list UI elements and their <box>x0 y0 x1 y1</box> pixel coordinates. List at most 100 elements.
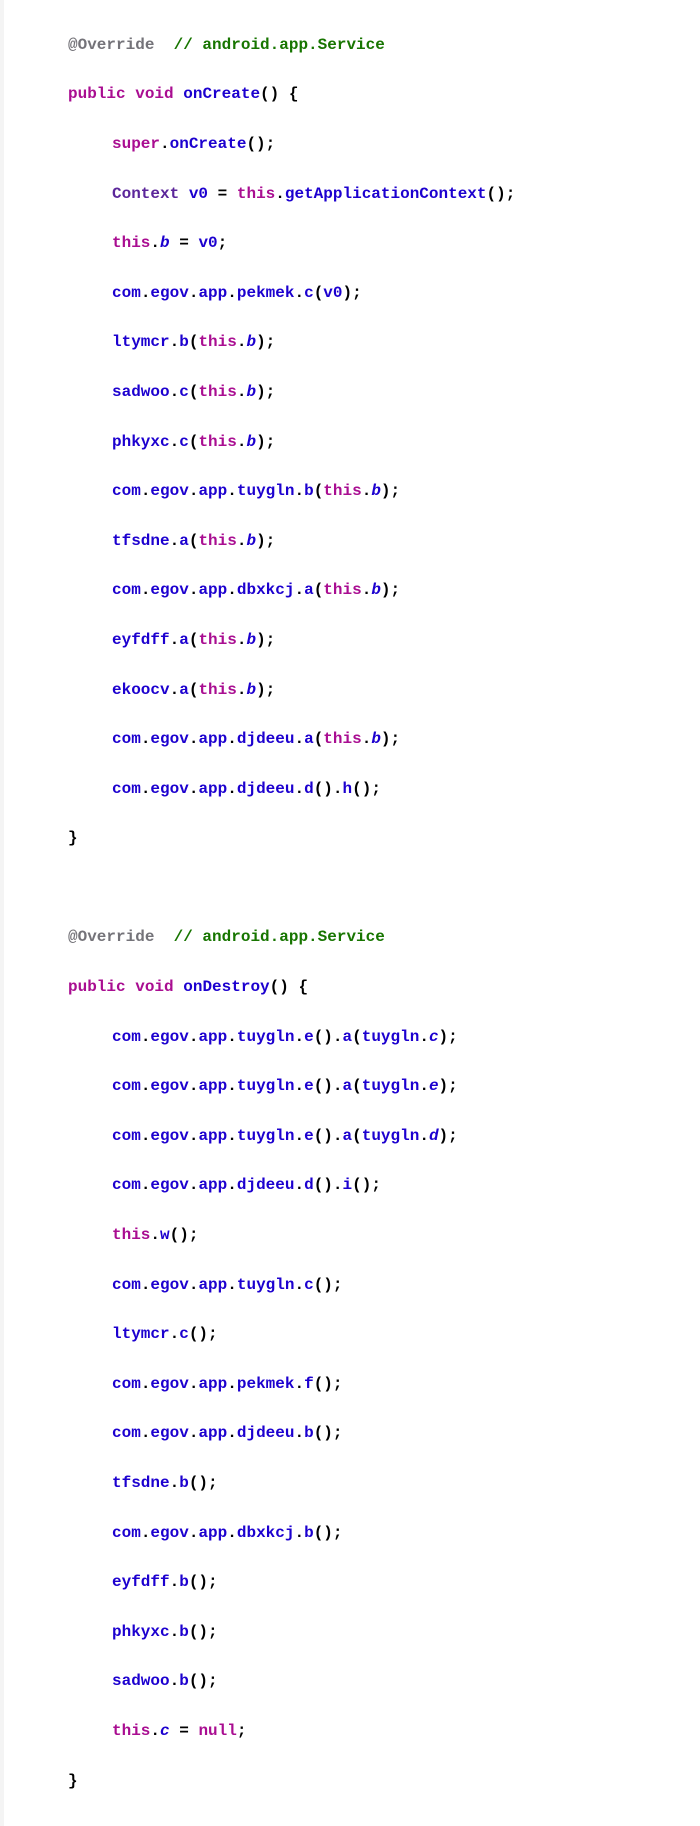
method-call: a <box>304 730 314 748</box>
code-line: sadwoo.b(); <box>12 1669 700 1694</box>
method-call: e <box>304 1028 314 1046</box>
class-ref: sadwoo <box>112 383 170 401</box>
class-ref: tuygln <box>362 1028 420 1046</box>
blank-line <box>12 876 700 901</box>
comment: // android.app.Service <box>174 928 385 946</box>
pkg: egov <box>150 1524 188 1542</box>
code-line: com.egov.app.tuygln.b(this.b); <box>12 479 700 504</box>
method-call: a <box>343 1127 353 1145</box>
class-ref: tuygln <box>237 1077 295 1095</box>
keyword-this: this <box>323 730 361 748</box>
method-call: c <box>179 433 189 451</box>
code-line: public void onCreate() { <box>12 82 700 107</box>
pkg: egov <box>150 284 188 302</box>
field: c <box>429 1028 439 1046</box>
code-line: com.egov.app.pekmek.f(); <box>12 1372 700 1397</box>
code-line: com.egov.app.dbxkcj.b(); <box>12 1521 700 1546</box>
code-line: @Override // android.app.Service <box>12 33 700 58</box>
method-call: b <box>304 1424 314 1442</box>
keyword-public: public <box>68 978 126 996</box>
class-ref: pekmek <box>237 1375 295 1393</box>
pkg: app <box>198 482 227 500</box>
code-line: com.egov.app.tuygln.e().a(tuygln.c); <box>12 1025 700 1050</box>
class-ref: djdeeu <box>237 730 295 748</box>
variable: v0 <box>189 185 208 203</box>
code-line: this.b = v0; <box>12 231 700 256</box>
keyword-void: void <box>135 85 173 103</box>
method-call: d <box>304 780 314 798</box>
method-call: a <box>343 1077 353 1095</box>
code-line: com.egov.app.djdeeu.b(); <box>12 1421 700 1446</box>
class-ref: pekmek <box>237 284 295 302</box>
pkg: egov <box>150 1077 188 1095</box>
keyword-super: super <box>112 135 160 153</box>
field: b <box>246 532 256 550</box>
pkg: app <box>198 730 227 748</box>
method-call: h <box>343 780 353 798</box>
method-call: a <box>179 681 189 699</box>
method-call: b <box>179 1623 189 1641</box>
code-line: } <box>12 826 700 851</box>
comment: // android.app.Service <box>174 36 385 54</box>
method-call: e <box>304 1077 314 1095</box>
pkg: com <box>112 1077 141 1095</box>
class-ref: djdeeu <box>237 1176 295 1194</box>
method-call: onCreate <box>170 135 247 153</box>
keyword-this: this <box>323 482 361 500</box>
pkg: com <box>112 780 141 798</box>
code-line: tfsdne.a(this.b); <box>12 529 700 554</box>
code-line: com.egov.app.tuygln.c(); <box>12 1273 700 1298</box>
class-ref: ltymcr <box>112 333 170 351</box>
pkg: egov <box>150 1375 188 1393</box>
method-call: b <box>179 333 189 351</box>
class-ref: tuygln <box>237 1127 295 1145</box>
keyword-this: this <box>323 581 361 599</box>
pkg: app <box>198 780 227 798</box>
code-line: this.c = null; <box>12 1719 700 1744</box>
pkg: egov <box>150 1028 188 1046</box>
pkg: egov <box>150 1424 188 1442</box>
field: c <box>160 1722 170 1740</box>
code-line: public void onDestroy() { <box>12 975 700 1000</box>
class-ref: phkyxc <box>112 433 170 451</box>
field: b <box>371 581 381 599</box>
keyword-this: this <box>198 383 236 401</box>
keyword-this: this <box>198 433 236 451</box>
class-ref: ekoocv <box>112 681 170 699</box>
code-line: com.egov.app.djdeeu.d().h(); <box>12 777 700 802</box>
method-call: f <box>304 1375 314 1393</box>
code-line: com.egov.app.dbxkcj.a(this.b); <box>12 578 700 603</box>
field: b <box>246 433 256 451</box>
pkg: com <box>112 284 141 302</box>
field: b <box>246 383 256 401</box>
field: b <box>246 681 256 699</box>
pkg: app <box>198 1424 227 1442</box>
method-call: a <box>179 631 189 649</box>
keyword-null: null <box>198 1722 236 1740</box>
pkg: egov <box>150 1276 188 1294</box>
code-line: ltymcr.b(this.b); <box>12 330 700 355</box>
field: e <box>429 1077 439 1095</box>
pkg: app <box>198 1375 227 1393</box>
pkg: com <box>112 1127 141 1145</box>
pkg: app <box>198 1176 227 1194</box>
method-name: onCreate <box>183 85 260 103</box>
pkg: egov <box>150 1127 188 1145</box>
method-call: b <box>304 1524 314 1542</box>
class-ref: djdeeu <box>237 780 295 798</box>
keyword-this: this <box>237 185 275 203</box>
keyword-this: this <box>198 681 236 699</box>
keyword-this: this <box>112 234 150 252</box>
pkg: com <box>112 581 141 599</box>
field: b <box>371 730 381 748</box>
pkg: com <box>112 730 141 748</box>
code-line: eyfdff.b(); <box>12 1570 700 1595</box>
code-line: super.onCreate(); <box>12 132 700 157</box>
code-line: tfsdne.b(); <box>12 1471 700 1496</box>
method-name: onDestroy <box>183 978 269 996</box>
keyword-this: this <box>112 1722 150 1740</box>
pkg: egov <box>150 730 188 748</box>
class-ref: tuygln <box>237 1276 295 1294</box>
pkg: com <box>112 482 141 500</box>
class-ref: tuygln <box>237 1028 295 1046</box>
